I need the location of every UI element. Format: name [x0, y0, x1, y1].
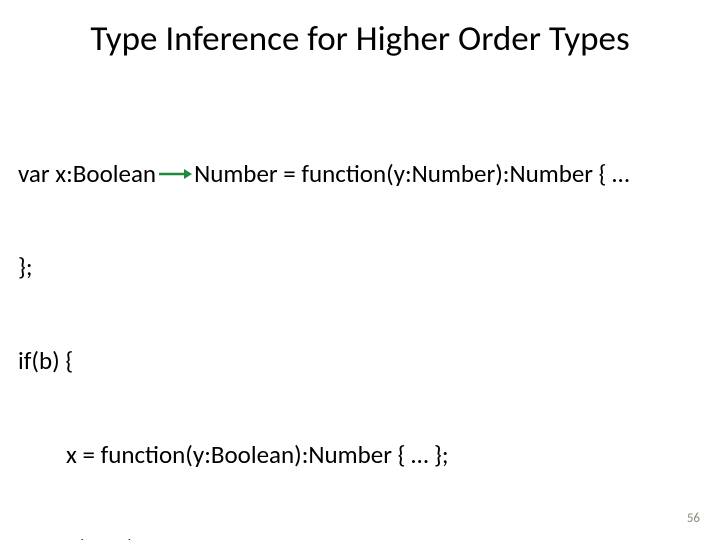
slide: Type Inference for Higher Order Types va…	[0, 0, 720, 540]
code-line-2: };	[18, 251, 710, 282]
page-number: 56	[687, 511, 700, 526]
code-text: var x:	[18, 158, 73, 189]
code-block: var x:Boolean Number = function(y:Number)…	[18, 95, 710, 540]
code-line-5: x(true);	[18, 533, 710, 540]
arrow-icon	[158, 167, 192, 181]
struck-type: Boolean	[73, 158, 156, 189]
code-line-3: if(b) {	[18, 345, 710, 376]
slide-title: Type Inference for Higher Order Types	[0, 18, 720, 60]
new-type: Number	[194, 158, 278, 189]
code-line-1: var x:Boolean Number = function(y:Number)…	[18, 158, 710, 189]
code-text: = function(y:Number):Number { …	[278, 158, 630, 189]
code-line-4: x = function(y:Boolean):Number { … };	[18, 439, 710, 470]
